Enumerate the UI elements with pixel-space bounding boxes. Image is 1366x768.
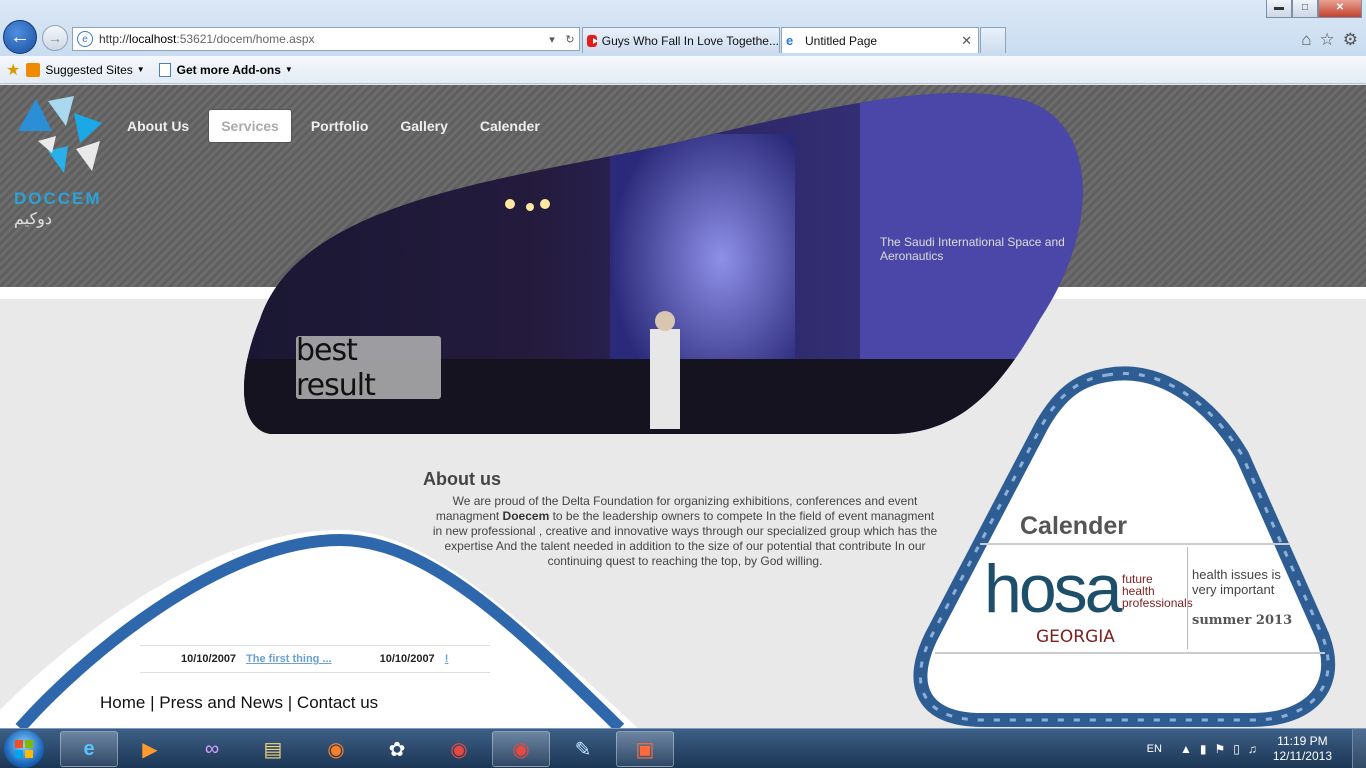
search-dropdown-icon[interactable]: ▾	[543, 33, 561, 46]
ie-command-icons: ⌂ ☆ ⚙	[1301, 30, 1358, 50]
new-tab-button[interactable]	[980, 27, 1006, 53]
media-player-icon: ▶	[142, 738, 158, 761]
forward-button[interactable]: →	[42, 25, 68, 51]
taskbar: e ▶ ∞ ▤ ◉ ✿ ◉ ◉ ✎ ▣ EN ▲ ▮ ⚑ ▯ ♫ 11:19 P…	[0, 728, 1366, 768]
taskbar-firefox[interactable]: ◉	[307, 731, 365, 767]
tab-title: Untitled Page	[805, 33, 878, 48]
address-url[interactable]: http://localhost:53621/docem/home.aspx	[99, 32, 543, 46]
close-tab-icon[interactable]: ✕	[961, 33, 972, 49]
tab-youtube[interactable]: Guys Who Fall In Love Togethe...	[582, 27, 780, 53]
browser-toolbar: ← → e http://localhost:53621/docem/home.…	[0, 0, 1366, 56]
show-hidden-icons-icon[interactable]: ▲	[1180, 742, 1192, 756]
forward-arrow-icon: →	[48, 30, 62, 46]
chrome-icon: ◉	[512, 738, 530, 761]
about-body: We are proud of the Delta Foundation for…	[432, 494, 938, 568]
footer-links: Home | Press and News | Contact us	[100, 693, 379, 712]
taskbar-media-player[interactable]: ▶	[121, 731, 179, 767]
firefox-icon: ◉	[327, 738, 345, 761]
suggested-sites-icon	[26, 62, 41, 77]
chevron-down-icon: ▼	[284, 65, 293, 74]
hero-screen-text: The Saudi International Space and Aerona…	[880, 235, 1065, 263]
hosa-logo[interactable]: hosa future health professionals GEORGIA	[984, 549, 1193, 649]
favorites-star-icon[interactable]: ☆	[1320, 30, 1335, 50]
taskbar-powerpoint[interactable]: ▣	[616, 731, 674, 767]
taskbar-notepad[interactable]: ✎	[554, 731, 612, 767]
taskbar-paint[interactable]: ✿	[368, 731, 426, 767]
windows-logo-icon	[15, 740, 33, 758]
web-page: The Saudi International Space and Aerona…	[0, 85, 1366, 728]
calendar-title: Calender	[1020, 512, 1127, 540]
suggested-sites-link[interactable]: Suggested Sites ▼	[26, 62, 145, 77]
home-icon[interactable]: ⌂	[1301, 30, 1311, 50]
start-button[interactable]	[4, 730, 44, 768]
chrome-icon: ◉	[450, 738, 468, 761]
footer-press-link[interactable]: Press and News	[159, 693, 283, 712]
taskbar-chrome[interactable]: ◉	[430, 731, 488, 767]
hosa-subtitle: future health professionals	[1122, 572, 1193, 610]
ie-page-icon: e	[786, 32, 794, 48]
menu-calender[interactable]: Calender	[467, 109, 553, 143]
menu-about-us[interactable]: About Us	[114, 109, 202, 143]
menu-services[interactable]: Services	[208, 109, 292, 143]
youtube-icon	[587, 34, 598, 47]
news-link[interactable]: The first thing ...	[246, 653, 332, 665]
battery-icon[interactable]: ▯	[1233, 742, 1240, 756]
folder-icon: ▤	[263, 738, 283, 761]
language-indicator[interactable]: EN	[1147, 743, 1162, 755]
hosa-state: GEORGIA	[1036, 627, 1115, 647]
news-link[interactable]: !	[445, 653, 449, 665]
about-title: About us	[423, 469, 501, 489]
taskbar-ie[interactable]: e	[60, 731, 118, 767]
get-addons-link[interactable]: Get more Add-ons ▼	[158, 62, 293, 77]
footer-contact-link[interactable]: Contact us	[297, 693, 378, 712]
system-tray: EN ▲ ▮ ⚑ ▯ ♫ 11:19 PM 12/11/2013	[1147, 729, 1366, 768]
notepad-icon: ✎	[574, 738, 592, 761]
favorites-bar: ★ Suggested Sites ▼ Get more Add-ons ▼	[0, 56, 1366, 84]
tools-gear-icon[interactable]: ⚙	[1343, 30, 1358, 50]
taskbar-chrome-2[interactable]: ◉	[492, 731, 550, 767]
volume-muted-icon[interactable]: ♫	[1248, 742, 1257, 756]
tab-title: Guys Who Fall In Love Togethe...	[601, 33, 779, 48]
hero-caption: best result	[296, 333, 441, 403]
logo-text: DOCCEM	[14, 189, 102, 208]
visual-studio-icon: ∞	[204, 737, 220, 760]
favorites-icon[interactable]: ★	[6, 60, 20, 80]
calendar-date: summer 2013	[1192, 613, 1293, 628]
address-bar[interactable]: e http://localhost:53621/docem/home.aspx…	[72, 27, 580, 51]
news-ticker: 10/10/2007 The first thing ... 10/10/200…	[140, 645, 490, 673]
minimize-button[interactable]: ▬	[1266, 0, 1292, 18]
addons-icon	[158, 62, 171, 77]
taskbar-visual-studio[interactable]: ∞	[183, 731, 241, 767]
page-icon: e	[77, 31, 93, 47]
window-controls: ▬ □ ✕	[1266, 0, 1362, 18]
menu-portfolio[interactable]: Portfolio	[298, 109, 382, 143]
taskbar-explorer[interactable]: ▤	[244, 731, 302, 767]
internet-explorer-icon: e	[83, 737, 95, 760]
chevron-down-icon: ▼	[136, 65, 145, 74]
clock[interactable]: 11:19 PM 12/11/2013	[1273, 734, 1332, 764]
tab-untitled-page[interactable]: e Untitled Page ✕	[781, 27, 979, 53]
footer-home-link[interactable]: Home	[100, 693, 145, 712]
powerpoint-icon: ▣	[635, 738, 655, 761]
back-arrow-icon: ←	[10, 25, 30, 48]
main-menu: About Us Services Portfolio Gallery Cale…	[114, 109, 559, 143]
calendar-description: health issues is very important	[1192, 567, 1281, 597]
close-window-button[interactable]: ✕	[1318, 0, 1362, 18]
color-wheel-icon: ✿	[388, 738, 406, 761]
tray-icons: ▲ ▮ ⚑ ▯ ♫	[1180, 742, 1257, 756]
hosa-word: hosa	[984, 551, 1122, 627]
maximize-button[interactable]: □	[1292, 0, 1318, 18]
network-signal-icon[interactable]: ▮	[1200, 742, 1207, 756]
news-date: 10/10/2007	[379, 653, 435, 665]
refresh-icon[interactable]: ↻	[561, 33, 579, 46]
menu-gallery[interactable]: Gallery	[387, 109, 460, 143]
back-button[interactable]: ←	[3, 20, 37, 54]
logo-arabic: دوكيم	[14, 211, 52, 228]
show-desktop-button[interactable]	[1352, 729, 1366, 768]
news-date: 10/10/2007	[181, 653, 237, 665]
action-center-icon[interactable]: ⚑	[1214, 742, 1225, 756]
